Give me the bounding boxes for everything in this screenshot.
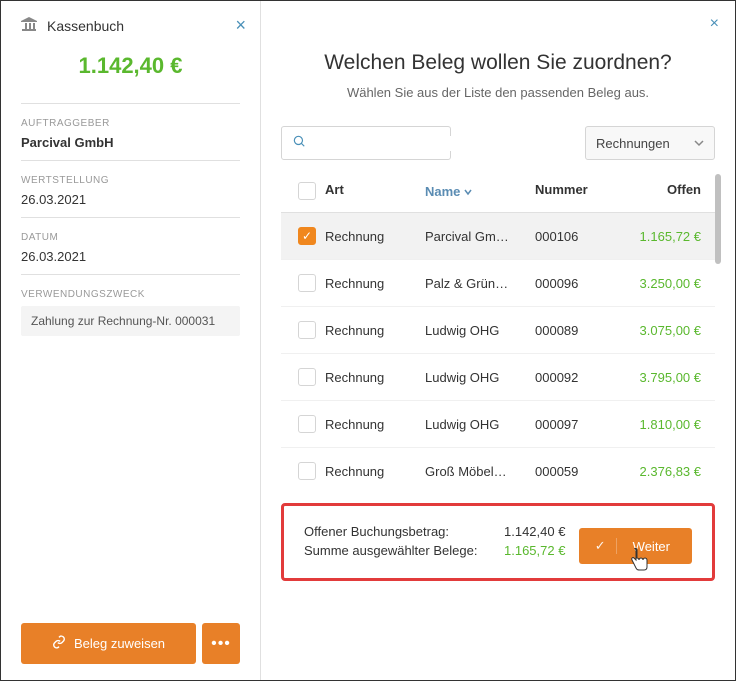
left-panel: × Kassenbuch 1.142,40 € AUFTRAGGEBER Par… bbox=[1, 1, 261, 680]
close-icon[interactable]: × bbox=[235, 15, 246, 36]
field-label: AUFTRAGGEBER bbox=[21, 118, 240, 129]
search-input[interactable] bbox=[312, 136, 488, 151]
bank-icon bbox=[21, 17, 37, 35]
open-amount-label: Offener Buchungsbetrag: bbox=[304, 524, 504, 539]
cell-nummer: 000096 bbox=[535, 276, 635, 291]
purpose-input[interactable]: Zahlung zur Rechnung-Nr. 000031 bbox=[21, 306, 240, 336]
field-label: DATUM bbox=[21, 232, 240, 243]
row-checkbox[interactable] bbox=[298, 415, 316, 433]
field-value: 26.03.2021 bbox=[21, 192, 240, 207]
col-offen[interactable]: Offen bbox=[635, 182, 707, 200]
next-button[interactable]: ✓ Weiter bbox=[579, 528, 692, 564]
cell-art: Rechnung bbox=[325, 464, 425, 479]
panel-title: Kassenbuch bbox=[47, 18, 124, 34]
table-row[interactable]: RechnungPalz & Grün…0000963.250,00 € bbox=[281, 260, 715, 307]
cell-art: Rechnung bbox=[325, 417, 425, 432]
summary-box: Offener Buchungsbetrag: 1.142,40 € Summe… bbox=[281, 503, 715, 581]
select-all-checkbox[interactable] bbox=[298, 182, 316, 200]
field-client: AUFTRAGGEBER Parcival GmbH bbox=[21, 103, 240, 160]
cell-name: Ludwig OHG bbox=[425, 417, 535, 432]
col-name[interactable]: Name bbox=[425, 182, 535, 200]
close-icon[interactable]: × bbox=[710, 15, 719, 33]
page-heading: Welchen Beleg wollen Sie zuordnen? bbox=[281, 51, 715, 75]
field-label: VERWENDUNGSZWECK bbox=[21, 289, 240, 300]
row-checkbox[interactable] bbox=[298, 321, 316, 339]
field-datum: DATUM 26.03.2021 bbox=[21, 217, 240, 274]
cell-offen: 1.165,72 € bbox=[635, 229, 707, 244]
table-row[interactable]: RechnungLudwig OHG0000971.810,00 € bbox=[281, 401, 715, 448]
link-icon bbox=[52, 635, 66, 652]
table-row[interactable]: RechnungLudwig OHG0000923.795,00 € bbox=[281, 354, 715, 401]
table-body: ✓RechnungParcival Gm…0001061.165,72 €Rec… bbox=[281, 213, 715, 493]
chevron-down-icon bbox=[694, 136, 704, 151]
col-name-label: Name bbox=[425, 184, 460, 199]
check-icon: ✓ bbox=[585, 538, 617, 554]
cell-nummer: 000089 bbox=[535, 323, 635, 338]
cell-nummer: 000097 bbox=[535, 417, 635, 432]
right-panel: × Welchen Beleg wollen Sie zuordnen? Wäh… bbox=[261, 1, 735, 680]
next-button-label: Weiter bbox=[617, 539, 686, 554]
cell-name: Groß Möbel… bbox=[425, 464, 535, 479]
cell-nummer: 000092 bbox=[535, 370, 635, 385]
field-wertstellung: WERTSTELLUNG 26.03.2021 bbox=[21, 160, 240, 217]
col-art[interactable]: Art bbox=[325, 182, 425, 200]
field-value: 26.03.2021 bbox=[21, 249, 240, 264]
table-row[interactable]: ✓ RechnungParcival Gm…0001061.165,72 € bbox=[281, 213, 715, 260]
cell-nummer: 000059 bbox=[535, 464, 635, 479]
cell-offen: 3.250,00 € bbox=[635, 276, 707, 291]
row-checkbox[interactable] bbox=[298, 462, 316, 480]
more-actions-button[interactable]: ••• bbox=[202, 623, 240, 664]
scroll-thumb[interactable] bbox=[715, 174, 721, 264]
controls-row: Rechnungen bbox=[281, 126, 715, 160]
cell-art: Rechnung bbox=[325, 370, 425, 385]
cell-art: Rechnung bbox=[325, 229, 425, 244]
amount-display: 1.142,40 € bbox=[21, 53, 240, 79]
row-checkbox[interactable] bbox=[298, 274, 316, 292]
cell-name: Parcival Gm… bbox=[425, 229, 535, 244]
field-value: Parcival GmbH bbox=[21, 135, 240, 150]
cell-offen: 3.795,00 € bbox=[635, 370, 707, 385]
cell-name: Palz & Grün… bbox=[425, 276, 535, 291]
table-header: Art Name Nummer Offen bbox=[281, 174, 715, 213]
filter-dropdown[interactable]: Rechnungen bbox=[585, 126, 715, 160]
cell-offen: 2.376,83 € bbox=[635, 464, 707, 479]
sort-icon bbox=[464, 184, 472, 199]
assign-button-label: Beleg zuweisen bbox=[74, 636, 165, 651]
scrollbar[interactable] bbox=[715, 174, 721, 493]
row-checkbox[interactable] bbox=[298, 368, 316, 386]
selected-sum-label: Summe ausgewählter Belege: bbox=[304, 543, 504, 558]
table-row[interactable]: RechnungGroß Möbel…0000592.376,83 € bbox=[281, 448, 715, 493]
receipts-table: Art Name Nummer Offen ✓RechnungParcival … bbox=[281, 174, 715, 493]
cell-art: Rechnung bbox=[325, 276, 425, 291]
row-checkbox[interactable]: ✓ bbox=[298, 227, 316, 245]
assign-receipt-button[interactable]: Beleg zuweisen bbox=[21, 623, 196, 664]
table-row[interactable]: RechnungLudwig OHG0000893.075,00 € bbox=[281, 307, 715, 354]
left-header: Kassenbuch bbox=[21, 17, 240, 35]
cell-offen: 3.075,00 € bbox=[635, 323, 707, 338]
left-footer: Beleg zuweisen ••• bbox=[21, 623, 240, 664]
filter-selected-label: Rechnungen bbox=[596, 136, 670, 151]
cell-name: Ludwig OHG bbox=[425, 370, 535, 385]
search-icon bbox=[292, 134, 306, 153]
cell-offen: 1.810,00 € bbox=[635, 417, 707, 432]
cell-art: Rechnung bbox=[325, 323, 425, 338]
open-amount-value: 1.142,40 € bbox=[504, 524, 565, 539]
field-purpose: VERWENDUNGSZWECK Zahlung zur Rechnung-Nr… bbox=[21, 274, 240, 346]
col-nummer[interactable]: Nummer bbox=[535, 182, 635, 200]
page-subheading: Wählen Sie aus der Liste den passenden B… bbox=[281, 85, 715, 100]
cell-nummer: 000106 bbox=[535, 229, 635, 244]
field-label: WERTSTELLUNG bbox=[21, 175, 240, 186]
search-input-wrap[interactable] bbox=[281, 126, 451, 160]
cell-name: Ludwig OHG bbox=[425, 323, 535, 338]
selected-sum-value: 1.165,72 € bbox=[504, 543, 565, 558]
